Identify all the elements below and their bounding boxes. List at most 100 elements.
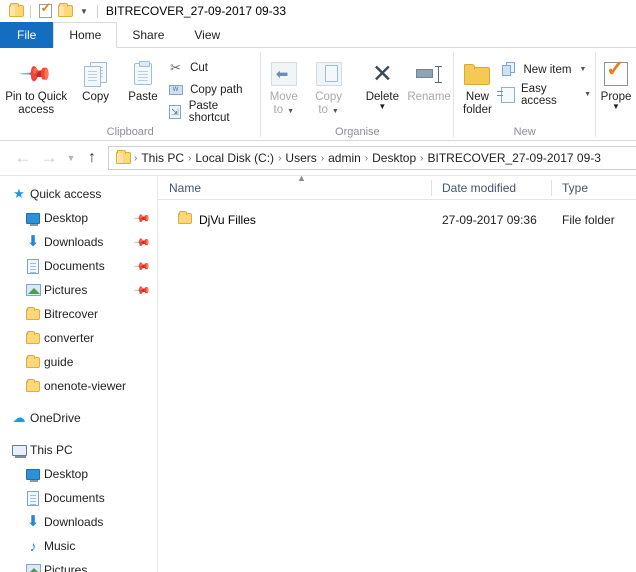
documents-icon xyxy=(22,490,44,506)
paste-button[interactable]: Paste xyxy=(119,52,167,104)
recent-locations-icon[interactable]: ▼ xyxy=(62,145,80,171)
breadcrumb-item-users[interactable]: Users xyxy=(282,151,319,165)
button-label-2: access xyxy=(18,104,55,116)
sidebar-item-label: Documents xyxy=(44,259,105,273)
sidebar-item-documents[interactable]: Documents 📌 xyxy=(0,254,157,278)
button-label-2: to ▼ xyxy=(273,104,295,118)
button-sublabel: to xyxy=(273,104,284,116)
new-folder-icon xyxy=(464,57,491,91)
chevron-down-icon[interactable]: ▼ xyxy=(584,91,591,98)
sidebar-item-onenote-viewer[interactable]: onenote-viewer xyxy=(0,374,157,398)
onedrive-cloud-icon: ☁ xyxy=(12,410,26,425)
pin-to-quick-access-button[interactable]: 📌 Pin to Quick access xyxy=(0,52,72,117)
tab-home[interactable]: Home xyxy=(53,22,118,48)
title-bar: ▼ BITRECOVER_27-09-2017 09-33 xyxy=(0,0,636,22)
button-label-2: folder xyxy=(463,104,492,116)
button-label: Copy path xyxy=(190,83,243,96)
sidebar-item-pictures[interactable]: Pictures 📌 xyxy=(0,278,157,302)
chevron-down-icon[interactable]: ▼ xyxy=(612,103,620,111)
copy-path-icon: W xyxy=(167,84,184,95)
sidebar-item-pc-downloads[interactable]: ⬇ Downloads xyxy=(0,510,157,534)
chevron-down-icon[interactable]: ▼ xyxy=(579,66,586,73)
rename-button[interactable]: Rename xyxy=(405,52,454,104)
sidebar-item-label: Downloads xyxy=(44,235,104,249)
breadcrumb-item-desktop[interactable]: Desktop xyxy=(369,151,419,165)
file-list-pane[interactable]: Name ▲ Date modified Type DjVu Filles 27… xyxy=(158,173,636,572)
column-header-type[interactable]: Type xyxy=(551,176,636,200)
easy-access-icon xyxy=(496,86,516,103)
pin-icon[interactable]: 📌 xyxy=(133,233,152,251)
ribbon-group-organise: ⬅ Move to ▼ Copy to ▼ ✕ Delete ▼ Rename … xyxy=(261,48,453,140)
back-arrow-icon[interactable]: ← xyxy=(10,145,36,171)
tab-share[interactable]: Share xyxy=(117,22,179,48)
group-label-new: New xyxy=(513,125,536,138)
chevron-down-icon[interactable]: ▼ xyxy=(330,108,339,115)
sidebar-section-this-pc[interactable]: This PC xyxy=(0,438,157,462)
file-name-cell[interactable]: DjVu Filles xyxy=(158,211,431,227)
breadcrumb-item-local-disk[interactable]: Local Disk (C:) xyxy=(192,151,277,165)
chevron-down-icon[interactable]: ▼ xyxy=(285,108,294,115)
quick-access-new-folder-icon[interactable] xyxy=(55,1,75,21)
chevron-down-icon[interactable]: ▼ xyxy=(378,103,386,111)
documents-icon xyxy=(22,258,44,274)
sidebar-item-label: Desktop xyxy=(44,211,89,225)
button-label: Paste shortcut xyxy=(188,99,230,124)
sidebar-item-pc-documents[interactable]: Documents xyxy=(0,486,157,510)
quick-access-folder-icon[interactable] xyxy=(6,1,26,21)
sidebar-item-label: converter xyxy=(44,331,95,345)
sidebar-item-desktop[interactable]: Desktop 📌 xyxy=(0,206,157,230)
customize-caret-icon[interactable]: ▼ xyxy=(75,7,93,16)
table-row[interactable]: DjVu Filles 27-09-2017 09:36 File folder xyxy=(158,208,636,232)
sidebar-item-label: Music xyxy=(44,539,76,553)
file-name-label: DjVu Filles xyxy=(199,213,256,227)
pictures-icon xyxy=(22,564,44,572)
paste-shortcut-button[interactable]: ⇲ Paste shortcut xyxy=(167,99,260,124)
clipboard-small-commands: ✂ Cut W Copy path ⇲ Paste shortcut xyxy=(167,52,260,124)
move-to-icon: ⬅ xyxy=(270,57,297,91)
new-item-icon xyxy=(501,62,518,77)
breadcrumb-item-this-pc[interactable]: This PC xyxy=(138,151,187,165)
column-header-date-modified[interactable]: Date modified xyxy=(431,176,551,200)
sidebar-item-label: This PC xyxy=(30,443,73,457)
new-item-button[interactable]: New item ▼ xyxy=(501,60,596,79)
breadcrumb[interactable]: › This PC › Local Disk (C:) › Users › ad… xyxy=(108,146,636,170)
folder-icon xyxy=(178,211,192,227)
up-arrow-icon[interactable]: ↑ xyxy=(80,145,104,171)
cut-button[interactable]: ✂ Cut xyxy=(167,58,260,77)
new-folder-button[interactable]: New folder xyxy=(454,52,500,117)
pin-icon[interactable]: 📌 xyxy=(133,257,152,275)
sidebar-item-pc-desktop[interactable]: Desktop xyxy=(0,462,157,486)
pin-icon[interactable]: 📌 xyxy=(133,209,152,227)
move-to-button[interactable]: ⬅ Move to ▼ xyxy=(261,52,306,118)
copy-button[interactable]: Copy xyxy=(72,52,118,104)
quick-access-properties-icon[interactable] xyxy=(35,1,55,21)
navigation-pane[interactable]: ★ Quick access Desktop 📌 ⬇ Downloads 📌 D… xyxy=(0,176,158,572)
tab-view[interactable]: View xyxy=(179,22,235,48)
button-label: New item xyxy=(523,63,572,76)
window-title: BITRECOVER_27-09-2017 09-33 xyxy=(105,4,287,18)
ribbon-group-open: Prope ▼ xyxy=(596,48,636,140)
forward-arrow-icon[interactable]: → xyxy=(36,145,62,171)
this-pc-icon xyxy=(8,444,30,458)
delete-button[interactable]: ✕ Delete ▼ xyxy=(360,52,405,111)
easy-access-button[interactable]: Easy access ▼ xyxy=(496,83,596,107)
sidebar-item-guide[interactable]: guide xyxy=(0,350,157,374)
breadcrumb-item-admin[interactable]: admin xyxy=(325,151,364,165)
copy-path-button[interactable]: W Copy path xyxy=(167,80,260,99)
sidebar-section-onedrive[interactable]: ☁ OneDrive xyxy=(0,406,157,430)
sidebar-item-downloads[interactable]: ⬇ Downloads 📌 xyxy=(0,230,157,254)
sidebar-item-bitrecover[interactable]: Bitrecover xyxy=(0,302,157,326)
tab-file[interactable]: File xyxy=(0,22,54,48)
divider xyxy=(30,4,31,18)
breadcrumb-item-current[interactable]: BITRECOVER_27-09-2017 09-3 xyxy=(425,151,604,165)
sidebar-section-quick-access[interactable]: ★ Quick access xyxy=(0,182,157,206)
sidebar-item-converter[interactable]: converter xyxy=(0,326,157,350)
column-header-name[interactable]: Name ▲ xyxy=(158,173,431,200)
sidebar-item-pc-pictures[interactable]: Pictures xyxy=(0,558,157,572)
sidebar-item-label: Pictures xyxy=(44,283,88,297)
sidebar-item-pc-music[interactable]: ♪ Music xyxy=(0,534,157,558)
pin-icon[interactable]: 📌 xyxy=(133,281,152,299)
folder-icon xyxy=(22,378,44,392)
copy-to-button[interactable]: Copy to ▼ xyxy=(306,52,351,118)
properties-button[interactable]: Prope ▼ xyxy=(596,52,636,111)
